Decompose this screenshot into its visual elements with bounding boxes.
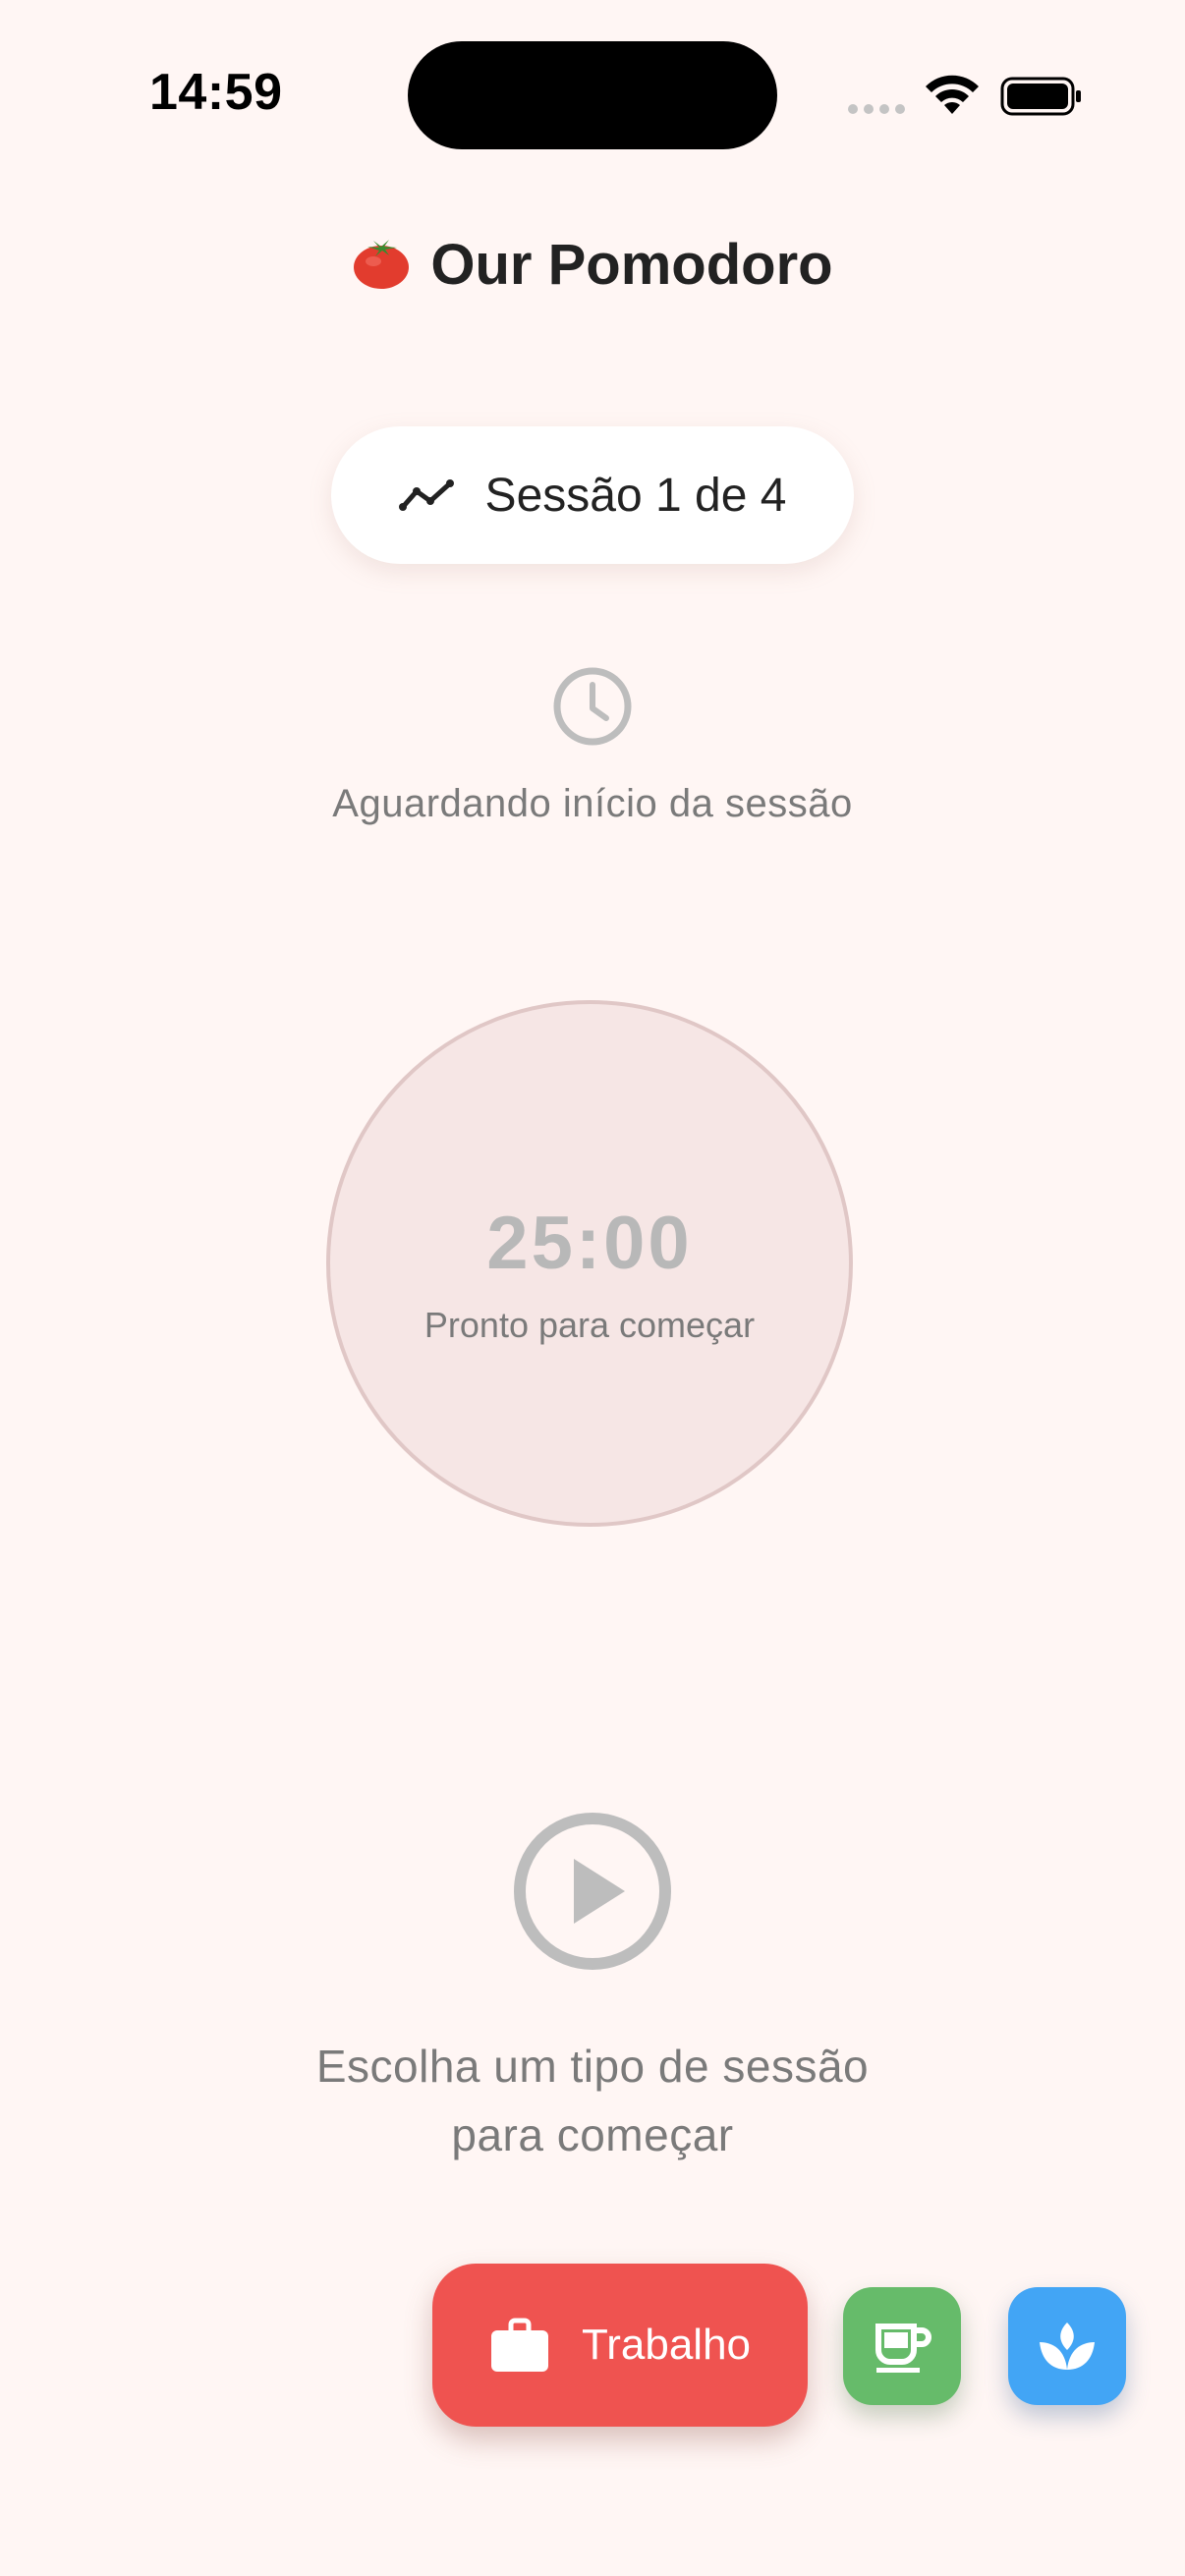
start-hint-text: Escolha um tipo de sessão para começar: [0, 2032, 1185, 2169]
coffee-cup-icon: [875, 2324, 931, 2373]
clock-icon: [553, 667, 632, 746]
cellular-signal-icon: [848, 104, 905, 114]
briefcase-icon: [490, 2318, 548, 2372]
session-counter-pill: Sessão 1 de 4: [331, 426, 854, 564]
work-session-label: Trabalho: [581, 2321, 752, 2369]
start-hint-line-2: para começar: [451, 2109, 734, 2160]
long-break-button[interactable]: [1008, 2287, 1126, 2405]
battery-icon: [1000, 77, 1081, 116]
timer-value: 25:00: [486, 1202, 693, 1285]
dynamic-island: [408, 41, 777, 149]
page-title: Our Pomodoro: [0, 232, 1185, 298]
spa-lotus-icon: [1040, 2323, 1095, 2370]
status-time: 14:59: [149, 64, 283, 121]
timer-circle: 25:00 Pronto para começar: [326, 1000, 853, 1527]
timer-subtitle: Pronto para começar: [423, 1305, 756, 1345]
wifi-icon: [926, 75, 979, 114]
short-break-button[interactable]: [843, 2287, 961, 2405]
app-title-text: Our Pomodoro: [430, 233, 833, 297]
play-circle-icon[interactable]: [511, 1810, 674, 1973]
work-session-button[interactable]: Trabalho: [432, 2264, 808, 2427]
trend-icon: [398, 479, 454, 511]
session-counter-label: Sessão 1 de 4: [484, 469, 787, 522]
tomato-icon: [354, 240, 410, 289]
start-hint-line-1: Escolha um tipo de sessão: [315, 2041, 870, 2092]
pomodoro-screen: 14:59 Our Pomodoro Sessão 1 de 4 Aguarda…: [0, 0, 1185, 2576]
session-status-text: Aguardando início da sessão: [332, 782, 853, 825]
